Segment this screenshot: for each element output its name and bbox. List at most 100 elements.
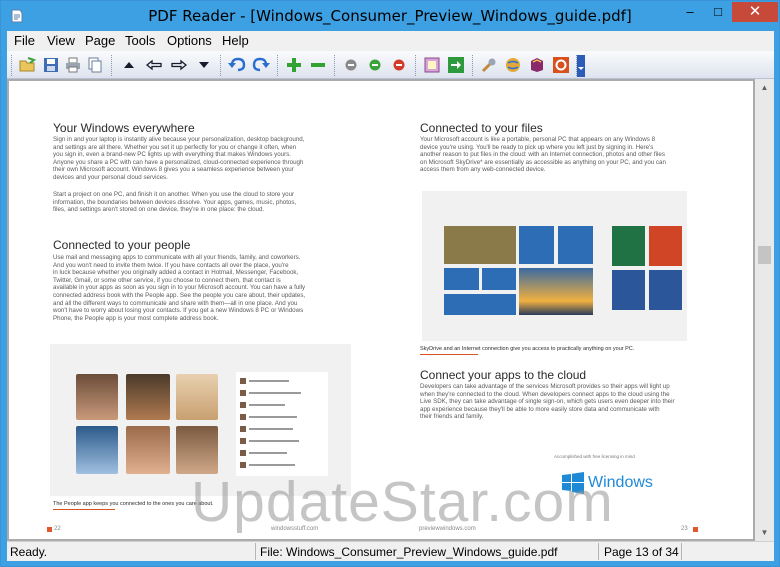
zoom-in-icon[interactable]	[284, 55, 304, 75]
app-window: PDF Reader - [Windows_Consumer_Preview_W…	[0, 0, 780, 567]
paragraph-line: Your Microsoft account is like a portabl…	[420, 136, 656, 143]
contact-row	[240, 390, 318, 397]
maximize-button[interactable]: □	[705, 2, 731, 22]
menu-page[interactable]: Page	[85, 33, 115, 48]
tile	[482, 268, 516, 290]
contact-row	[240, 414, 318, 421]
first-page-icon[interactable]	[119, 55, 139, 75]
status-bar: Ready. File: Windows_Consumer_Preview_Wi…	[7, 541, 774, 561]
menu-file[interactable]: File	[14, 33, 35, 48]
powerpoint-tile	[649, 226, 682, 266]
paragraph-line: files, and settings aren't stored on one…	[53, 206, 265, 214]
copy-icon[interactable]	[85, 55, 105, 75]
contact-photo	[126, 426, 170, 474]
print-icon[interactable]	[63, 55, 83, 75]
red-circle-icon[interactable]	[389, 55, 409, 75]
paragraph-line: device you're using. You'll be ready to …	[420, 143, 654, 151]
scroll-up-icon[interactable]: ▲	[755, 79, 774, 96]
last-page-icon[interactable]	[194, 55, 214, 75]
toolbar-separator	[111, 55, 112, 76]
paragraph-line: when they're connected to the cloud. Whe…	[420, 390, 670, 398]
paragraph-line: Anyone you share a PC with can have a pe…	[53, 158, 304, 166]
redo-icon[interactable]	[251, 55, 271, 75]
paragraph-line: access them from any web-connected devic…	[420, 166, 546, 174]
paragraph-line: won't have to worry about losing your co…	[53, 307, 304, 315]
go-arrow-icon[interactable]	[446, 55, 466, 75]
section-heading: Your Windows everywhere	[53, 121, 195, 135]
paragraph: Start a project on one PC, and finish it…	[53, 191, 343, 214]
toolbar-separator	[334, 55, 335, 76]
paragraph-line: app experience because they'll be able t…	[420, 405, 660, 413]
paragraph-line: another reason to put files in the cloud…	[420, 151, 665, 159]
contact-row	[240, 378, 318, 385]
minimize-button[interactable]: –	[677, 2, 703, 22]
open-icon[interactable]	[18, 55, 38, 75]
page-number: 22	[54, 526, 61, 532]
contact-photo	[76, 374, 118, 420]
contact-photo	[176, 426, 218, 474]
save-icon[interactable]	[41, 55, 61, 75]
toolbar-overflow-icon[interactable]	[577, 55, 585, 77]
menu-bar: File View Page Tools Options Help	[7, 31, 774, 51]
vertical-scrollbar[interactable]: ▲ ▼	[755, 79, 774, 541]
caption-underline	[53, 509, 115, 510]
page-view-icon[interactable]	[422, 55, 442, 75]
menu-options[interactable]: Options	[167, 33, 212, 48]
gray-circle-icon[interactable]	[341, 55, 361, 75]
sunset-photo	[519, 268, 593, 315]
toolbar-separator	[472, 55, 473, 76]
paragraph-line: connected address book with the People a…	[53, 291, 306, 299]
menu-view[interactable]: View	[47, 33, 75, 48]
paragraph-line: And you won't need to invite them twice.…	[53, 261, 289, 269]
contact-row	[240, 438, 318, 445]
zoom-out-icon[interactable]	[308, 55, 328, 75]
page-marker	[47, 527, 52, 532]
page-number: 23	[681, 526, 688, 532]
title-bar[interactable]: PDF Reader - [Windows_Consumer_Preview_W…	[1, 1, 779, 31]
page-marker	[693, 527, 698, 532]
previous-page-icon[interactable]	[144, 55, 164, 75]
paragraph: Sign in and your laptop is instantly ali…	[53, 136, 343, 182]
skydrive-screenshot	[422, 191, 687, 341]
status-separator	[598, 543, 599, 560]
status-page: Page 13 of 34	[604, 545, 679, 559]
contact-photo	[76, 426, 118, 474]
menu-tools[interactable]: Tools	[125, 33, 155, 48]
paragraph-line: Phone, the People app is your most compl…	[53, 314, 219, 322]
paragraph-line: their own Microsoft account. Windows 8 g…	[53, 166, 294, 174]
caption-underline	[420, 354, 478, 355]
watermark: UpdateStar.com	[191, 470, 614, 534]
paragraph-line: devices and your personal cloud services…	[53, 173, 168, 181]
green-circle-icon[interactable]	[365, 55, 385, 75]
excel-tile	[612, 226, 645, 266]
toolbar	[7, 51, 774, 79]
status-separator	[255, 543, 256, 560]
section-heading: Connected to your files	[420, 121, 543, 135]
word-tile	[612, 270, 645, 310]
paragraph-line: and all the different ways to communicat…	[53, 299, 298, 307]
paragraph-line: Start a project on one PC, and finish it…	[53, 191, 295, 198]
undo-icon[interactable]	[227, 55, 247, 75]
web-icon[interactable]	[503, 55, 523, 75]
close-button[interactable]: ✕	[732, 2, 778, 22]
paragraph-line: their friends and family.	[420, 413, 484, 421]
status-ready: Ready.	[10, 545, 48, 559]
tools-icon[interactable]	[479, 55, 499, 75]
paragraph-line: Use mail and messaging apps to communica…	[53, 254, 301, 261]
section-heading: Connected to your people	[53, 238, 191, 252]
next-page-icon[interactable]	[169, 55, 189, 75]
paragraph: Use mail and messaging apps to communica…	[53, 254, 343, 322]
logo-caption: Accomplished with free licensing in mind	[554, 454, 635, 459]
window-title: PDF Reader - [Windows_Consumer_Preview_W…	[148, 7, 632, 25]
scroll-down-icon[interactable]: ▼	[755, 524, 774, 541]
tile	[444, 294, 516, 315]
paragraph-line: on Microsoft SkyDrive* are essentially a…	[420, 158, 666, 166]
book-icon[interactable]	[527, 55, 547, 75]
tile	[558, 226, 593, 264]
section-heading: Connect your apps to the cloud	[420, 368, 587, 382]
contact-photo	[176, 374, 218, 420]
info-icon[interactable]	[551, 55, 571, 75]
menu-help[interactable]: Help	[222, 33, 249, 48]
scrollbar-thumb[interactable]	[758, 246, 771, 264]
paragraph-line: and settings are all there. Whether you …	[53, 143, 297, 151]
